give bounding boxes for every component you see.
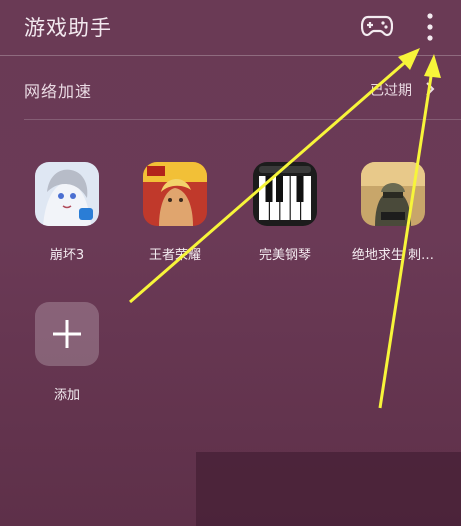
expired-status[interactable]: 已过期 <box>370 80 412 100</box>
pubg-icon <box>361 162 425 226</box>
plus-icon <box>53 320 81 348</box>
page-title: 游戏助手 <box>24 16 112 40</box>
honkai-impact-3-icon <box>35 162 99 226</box>
header: 游戏助手 <box>0 0 461 56</box>
honor-of-kings-icon <box>143 162 207 226</box>
app-pubg[interactable]: 绝地求生 刺… <box>348 162 438 272</box>
chevron-right-icon[interactable] <box>424 81 436 97</box>
bottom-shadow-region <box>196 452 461 526</box>
arrowhead-2 <box>424 54 441 78</box>
add-tile[interactable] <box>35 302 99 366</box>
perfect-piano-icon <box>253 162 317 226</box>
more-vertical-icon[interactable] <box>420 10 440 44</box>
app-honor-of-kings[interactable]: 王者荣耀 <box>130 162 220 272</box>
app-label: 崩坏3 <box>49 248 85 263</box>
app-honkai-3[interactable]: 崩坏3 <box>22 162 112 272</box>
header-divider <box>0 55 461 56</box>
network-speed-label[interactable]: 网络加速 <box>24 78 92 102</box>
app-label: 王者荣耀 <box>148 248 201 263</box>
app-perfect-piano[interactable]: 完美钢琴 <box>240 162 330 272</box>
app-label: 完美钢琴 <box>258 248 311 263</box>
app-label: 绝地求生 刺… <box>351 248 435 263</box>
section-divider <box>24 119 461 120</box>
add-label: 添加 <box>53 388 80 403</box>
add-app-button[interactable]: 添加 <box>22 302 112 412</box>
gamepad-icon[interactable] <box>361 14 393 38</box>
